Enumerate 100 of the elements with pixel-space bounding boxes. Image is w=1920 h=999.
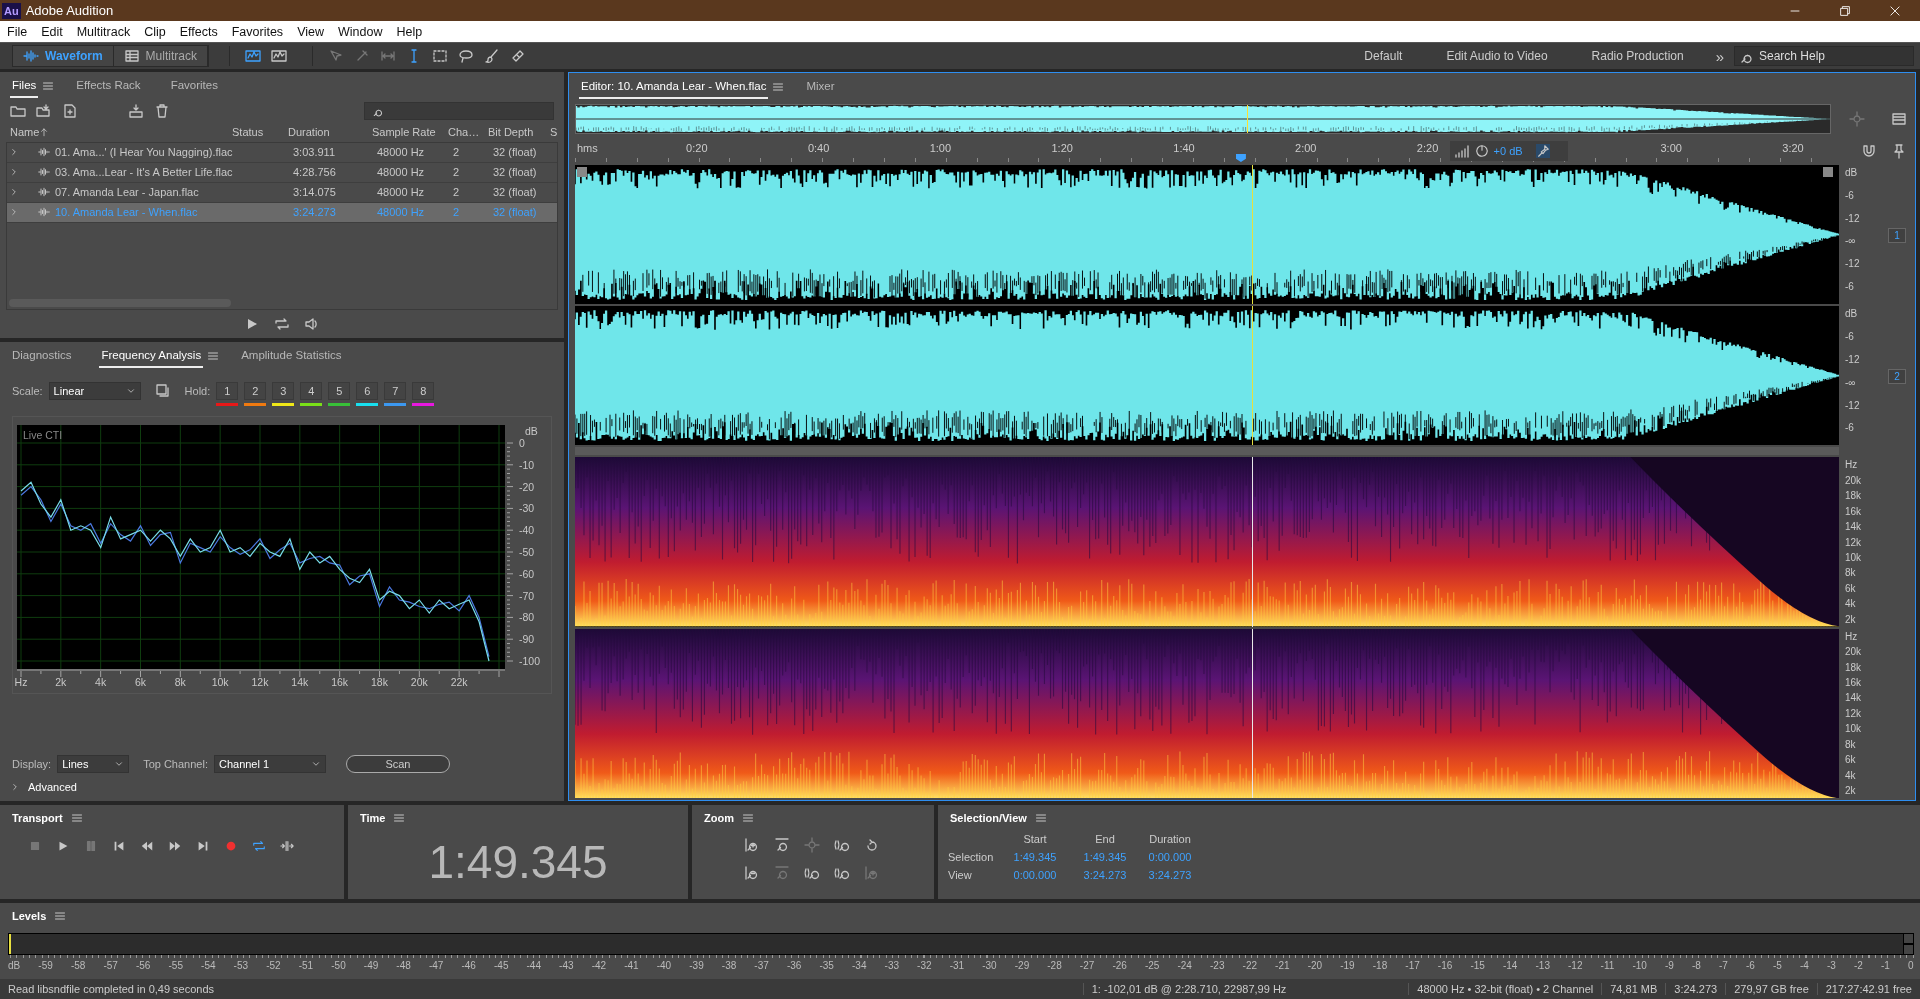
clip-indicator[interactable]: [1903, 934, 1913, 954]
loop-button[interactable]: [252, 839, 266, 853]
workspace-tab[interactable]: Radio Production: [1569, 49, 1706, 63]
menu-item[interactable]: View: [290, 24, 331, 39]
expand-icon[interactable]: [10, 782, 20, 792]
rewind-button[interactable]: [140, 839, 154, 853]
zoom-reset-icon[interactable]: [864, 837, 880, 853]
menu-item[interactable]: Help: [389, 24, 430, 39]
marquee-icon[interactable]: [431, 48, 448, 64]
panel-tab[interactable]: Diagnostics: [10, 344, 74, 368]
hold-button[interactable]: 7: [384, 382, 407, 400]
list-icon[interactable]: [1891, 111, 1907, 127]
panel-menu-icon[interactable]: [207, 350, 220, 362]
panel-menu-icon[interactable]: [393, 812, 406, 824]
hold-button[interactable]: 2: [244, 382, 267, 400]
workspace-tab[interactable]: Default: [1342, 49, 1425, 63]
panel-tab[interactable]: Favorites: [168, 74, 220, 98]
search-field[interactable]: Search Help: [1734, 46, 1914, 66]
hold-button[interactable]: 4: [300, 382, 323, 400]
restore-button[interactable]: [1838, 3, 1852, 18]
skip-back-button[interactable]: [112, 839, 126, 853]
zoom-out-amplitude-icon[interactable]: [744, 865, 760, 881]
menu-item[interactable]: Edit: [34, 24, 70, 39]
panel-tab[interactable]: Effects Rack: [74, 74, 143, 98]
waveform-drawing[interactable]: [575, 165, 1839, 305]
end-field[interactable]: 3:24.273: [1083, 869, 1127, 881]
hold-button[interactable]: 6: [356, 382, 379, 400]
column-header[interactable]: Bit Depth: [488, 126, 550, 139]
mode-tab[interactable]: Multitrack: [113, 46, 208, 66]
trash-icon[interactable]: [154, 103, 170, 120]
expand-icon[interactable]: [9, 147, 19, 158]
menu-item[interactable]: File: [0, 24, 35, 39]
column-header[interactable]: S: [550, 126, 564, 139]
fade-out-handle[interactable]: [1823, 167, 1833, 177]
scale-dropdown[interactable]: Linear: [48, 382, 141, 400]
hold-button[interactable]: 1: [216, 382, 239, 400]
column-header[interactable]: Cha…: [448, 126, 488, 139]
snapshot-icon[interactable]: [154, 383, 171, 399]
menu-item[interactable]: Effects: [172, 24, 225, 39]
column-header[interactable]: Duration: [288, 126, 372, 139]
waveform-view-icon[interactable]: [270, 48, 287, 64]
lasso-icon[interactable]: [457, 48, 474, 64]
panel-tab[interactable]: Editor: 10. Amanda Lear - When.flac: [579, 75, 769, 99]
panel-tab[interactable]: Amplitude Statistics: [239, 344, 344, 368]
menu-item[interactable]: Window: [331, 24, 390, 39]
playhead-marker[interactable]: [1235, 154, 1246, 162]
waveform-drawing[interactable]: [575, 306, 1839, 446]
start-field[interactable]: 1:49.345: [1013, 851, 1057, 863]
panel-menu-icon[interactable]: [741, 812, 754, 824]
spectral-view-icon[interactable]: [244, 48, 261, 64]
magnet-icon[interactable]: [1861, 143, 1877, 159]
new-file-icon[interactable]: [62, 103, 78, 120]
hold-button[interactable]: 8: [412, 382, 435, 400]
fast-forward-button[interactable]: [168, 839, 182, 853]
insert-icon[interactable]: [128, 103, 144, 120]
open-folder-icon[interactable]: [10, 103, 26, 120]
workspace-tab[interactable]: Edit Audio to Video: [1424, 49, 1570, 63]
panel-menu-icon[interactable]: [42, 80, 55, 92]
filter-field[interactable]: [364, 102, 554, 121]
file-row[interactable]: 03. Ama...Lear - It's A Better Life.flac 4:28.756 48000 Hz 2 32 (float): [7, 162, 557, 183]
expand-icon[interactable]: [9, 167, 19, 178]
skip-forward-button[interactable]: [196, 839, 210, 853]
panel-tab[interactable]: Mixer: [804, 75, 837, 99]
zoom-in-amplitude-icon[interactable]: [744, 837, 760, 853]
panel-menu-icon[interactable]: [1034, 812, 1047, 824]
menu-item[interactable]: Clip: [137, 24, 173, 39]
pin-icon[interactable]: [1535, 144, 1550, 158]
advanced-section-toggle[interactable]: Advanced: [28, 781, 77, 793]
start-field[interactable]: 0:00.000: [1013, 869, 1057, 881]
panel-menu-icon[interactable]: [54, 910, 67, 922]
gain-knob[interactable]: [1474, 144, 1489, 158]
overview-waveform[interactable]: [575, 104, 1831, 134]
column-header[interactable]: Status: [232, 126, 288, 139]
channel-badge[interactable]: 2: [1888, 369, 1906, 385]
fade-in-handle[interactable]: [577, 167, 587, 177]
menu-item[interactable]: Multitrack: [69, 24, 138, 39]
end-field[interactable]: 1:49.345: [1083, 851, 1127, 863]
channel-badge[interactable]: 1: [1888, 228, 1906, 244]
column-header[interactable]: Name: [10, 126, 232, 139]
top-channel-dropdown[interactable]: Channel 1: [213, 755, 326, 773]
mode-tab[interactable]: Waveform: [13, 46, 114, 66]
duration-field[interactable]: 3:24.273: [1148, 869, 1192, 881]
panel-tab[interactable]: Frequency Analysis: [99, 344, 204, 368]
hold-button[interactable]: 3: [272, 382, 295, 400]
speaker-icon[interactable]: [304, 316, 320, 332]
more-workspaces-button[interactable]: »: [1705, 47, 1734, 65]
scan-button[interactable]: Scan: [345, 755, 450, 773]
file-row[interactable]: 01. Ama...' (I Hear You Nagging).flac 3:03.911 48000 Hz 2 32 (float): [7, 142, 557, 163]
spectrogram-drawing[interactable]: [575, 457, 1839, 627]
zoom-in-time-icon[interactable]: [774, 837, 790, 853]
panel-menu-icon[interactable]: [70, 812, 83, 824]
brush-icon[interactable]: [483, 48, 500, 64]
panel-menu-icon[interactable]: [772, 81, 785, 93]
skip-selection-icon[interactable]: [280, 839, 294, 853]
menu-item[interactable]: Favorites: [224, 24, 291, 39]
duration-field[interactable]: 0:00.000: [1148, 851, 1192, 863]
import-icon[interactable]: [36, 103, 52, 120]
loop-icon[interactable]: [274, 316, 290, 332]
panel-tab[interactable]: Files: [10, 74, 39, 98]
expand-icon[interactable]: [9, 187, 19, 198]
